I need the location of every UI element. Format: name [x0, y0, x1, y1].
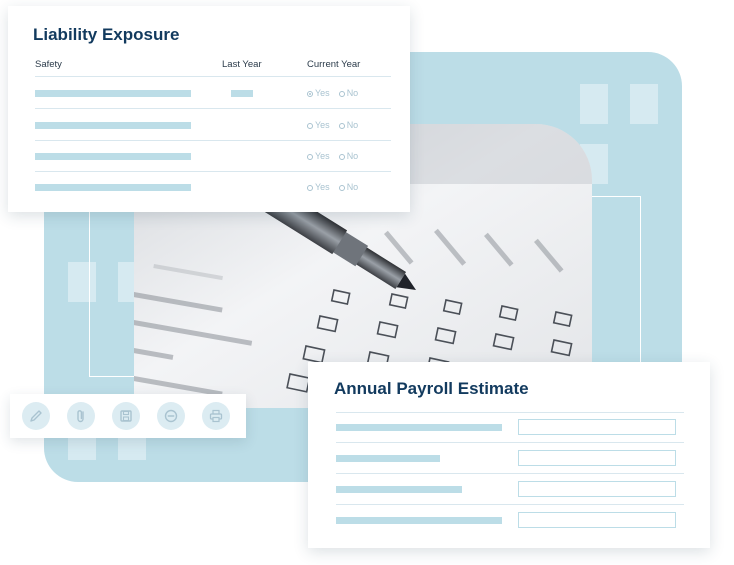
connector-line — [640, 196, 641, 362]
connector-line — [89, 212, 90, 376]
decor-square — [68, 262, 96, 302]
payroll-label-bar — [336, 455, 440, 462]
radio-empty-icon — [338, 185, 345, 191]
payroll-title: Annual Payroll Estimate — [334, 379, 529, 398]
liability-title: Liability Exposure — [33, 25, 180, 44]
decor-square — [580, 84, 608, 124]
radio-yes[interactable]: Yes — [307, 151, 330, 161]
radio-empty-icon — [307, 154, 313, 160]
payroll-label-bar — [336, 486, 462, 493]
save-icon — [120, 410, 132, 422]
row-divider — [336, 412, 684, 413]
radio-selected-icon — [307, 91, 313, 97]
payroll-input[interactable] — [518, 512, 676, 528]
radio-no[interactable]: No — [338, 88, 358, 98]
row-divider — [336, 473, 684, 474]
pencil-icon — [30, 410, 42, 422]
radio-yes[interactable]: Yes — [307, 182, 330, 192]
decor-square — [630, 84, 658, 124]
connector-line — [89, 376, 135, 377]
column-header-safety: Safety — [35, 59, 62, 70]
radio-no[interactable]: No — [338, 151, 358, 161]
radio-yes[interactable]: Yes — [307, 88, 330, 98]
radio-group: Yes No — [307, 88, 367, 98]
radio-group: Yes No — [307, 182, 367, 192]
annual-payroll-card: Annual Payroll Estimate — [308, 362, 710, 548]
print-button[interactable] — [202, 402, 230, 430]
radio-group: Yes No — [307, 120, 367, 130]
connector-line — [592, 196, 640, 197]
paperclip-icon — [77, 410, 84, 423]
row-divider — [35, 140, 391, 141]
payroll-input[interactable] — [518, 419, 676, 435]
radio-empty-icon — [307, 123, 313, 129]
radio-empty-icon — [338, 154, 345, 160]
row-divider — [35, 76, 391, 77]
radio-no[interactable]: No — [338, 120, 358, 130]
edit-button[interactable] — [22, 402, 50, 430]
payroll-input[interactable] — [518, 450, 676, 466]
radio-empty-icon — [338, 91, 345, 97]
radio-group: Yes No — [307, 151, 367, 161]
row-divider — [35, 171, 391, 172]
printer-icon — [209, 409, 223, 423]
radio-yes[interactable]: Yes — [307, 120, 330, 130]
safety-placeholder-bar — [35, 122, 191, 129]
remove-button[interactable] — [157, 402, 185, 430]
attach-button[interactable] — [67, 402, 95, 430]
save-button[interactable] — [112, 402, 140, 430]
payroll-label-bar — [336, 517, 502, 524]
column-header-last-year: Last Year — [222, 59, 262, 70]
payroll-input[interactable] — [518, 481, 676, 497]
safety-placeholder-bar — [35, 90, 191, 97]
row-divider — [336, 504, 684, 505]
liability-exposure-card: Liability Exposure Safety Last Year Curr… — [8, 6, 410, 212]
radio-no[interactable]: No — [338, 182, 358, 192]
row-divider — [35, 108, 391, 109]
action-toolbar — [10, 394, 246, 438]
last-year-placeholder-bar — [231, 90, 253, 97]
radio-empty-icon — [338, 123, 345, 129]
safety-placeholder-bar — [35, 153, 191, 160]
payroll-label-bar — [336, 424, 502, 431]
safety-placeholder-bar — [35, 184, 191, 191]
minus-circle-icon — [164, 409, 178, 423]
row-divider — [336, 442, 684, 443]
radio-empty-icon — [307, 185, 313, 191]
column-header-current-year: Current Year — [307, 59, 361, 70]
